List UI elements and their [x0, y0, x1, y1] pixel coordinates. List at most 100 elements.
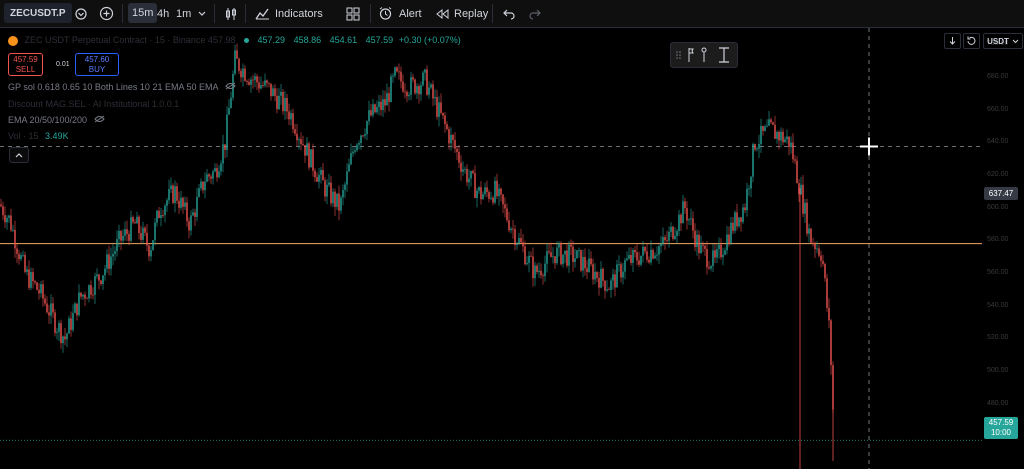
candle-body [626, 258, 628, 261]
candles-chart-type-icon[interactable] [224, 0, 238, 27]
candle-body [546, 251, 548, 264]
candle-body [70, 318, 72, 330]
crosshair-cursor-icon [860, 137, 878, 156]
candle-body [220, 163, 222, 172]
last-price-tag: 457.59 10:00 [984, 417, 1018, 439]
candle-body [538, 270, 540, 272]
candle-body [36, 282, 38, 290]
buy-button[interactable]: 457.60 BUY [75, 53, 119, 76]
candle-body [552, 256, 554, 258]
compare-icon[interactable] [74, 0, 88, 27]
currency-selector[interactable]: USDT [983, 33, 1023, 49]
candle-body [20, 255, 22, 260]
candle-body [578, 249, 580, 251]
candle-body [368, 110, 370, 122]
candle-body [574, 258, 576, 263]
candle-body [630, 254, 632, 263]
candle-body [386, 93, 388, 106]
candle-body [792, 142, 794, 160]
eye-hidden-icon[interactable] [224, 82, 236, 92]
candle-body [640, 255, 642, 265]
candle-body [624, 260, 626, 272]
undo-icon[interactable] [502, 0, 516, 27]
candle-body [662, 237, 664, 244]
alert-button[interactable]: Alert [378, 0, 422, 27]
candle-body [392, 75, 394, 77]
candle-body [126, 229, 128, 234]
eye-hidden-icon[interactable] [93, 115, 105, 125]
volume-label: Vol · 15 [8, 131, 39, 141]
candle-body [306, 143, 308, 156]
candle-body [752, 144, 754, 177]
candle-body [666, 240, 668, 241]
indicators-button[interactable]: Indicators [255, 0, 323, 27]
candle-body [780, 131, 782, 141]
replay-button[interactable]: Replay [435, 0, 488, 27]
candle-body [534, 265, 536, 279]
interval-1m-label: 1m [176, 7, 192, 20]
candle-body [24, 254, 26, 272]
candle-body [694, 230, 696, 248]
candle-body [270, 83, 272, 97]
top-toolbar: ZECUSDT.P 15m 4h 1m Indicators Alert Rep… [0, 0, 1024, 28]
candle-body [54, 312, 56, 333]
layouts-grid-icon[interactable] [346, 0, 360, 27]
collapse-legend-button[interactable] [9, 147, 29, 163]
candle-body [542, 275, 544, 277]
candle-body [256, 76, 258, 83]
candle-body [304, 145, 306, 156]
candle-body [558, 243, 560, 248]
candle-body [830, 320, 832, 366]
price-scale[interactable]: 700.00 680.00 660.00 640.00 620.00 600.00 580.… [982, 28, 1024, 469]
interval-4h-label: 4h [157, 7, 170, 20]
candle-body [292, 113, 294, 130]
candle-body [364, 134, 366, 136]
candle-body [56, 331, 58, 333]
candle-body [224, 144, 226, 150]
candle-body [746, 188, 748, 211]
volume-row[interactable]: Vol · 15 3.49K [8, 131, 69, 141]
indicator-2-label: Discount MAG.SEL · AI Institutional 1.0.… [8, 99, 180, 109]
candle-body [430, 84, 432, 88]
candle-body [138, 216, 140, 234]
add-symbol-icon[interactable] [99, 0, 114, 27]
interval-15m[interactable]: 15m [128, 3, 158, 23]
indicator-row-2[interactable]: Discount MAG.SEL · AI Institutional 1.0.… [8, 99, 179, 109]
replay-label: Replay [454, 7, 489, 20]
candle-body [334, 191, 336, 207]
candle-body [458, 151, 460, 163]
candle-body [298, 139, 300, 141]
indicator-row-3[interactable]: EMA 20/50/100/200 [8, 115, 105, 125]
candle-body [308, 143, 310, 168]
candle-body [294, 129, 296, 134]
redo-icon[interactable] [528, 0, 542, 27]
candle-body [484, 187, 486, 195]
candle-body [684, 201, 686, 209]
candle-body [618, 264, 620, 266]
candle-body [340, 197, 342, 211]
candle-body [200, 181, 202, 189]
symbol-search-button[interactable]: ZECUSDT.P [4, 3, 72, 23]
interval-4h[interactable]: 4h [157, 0, 169, 27]
candle-body [332, 191, 334, 204]
sell-button[interactable]: 457.59 SELL [8, 53, 43, 76]
candle-body [64, 336, 66, 340]
interval-dropdown-chevron-icon[interactable] [198, 0, 206, 27]
candle-body [494, 180, 496, 203]
candle-body [356, 144, 358, 151]
candle-body [316, 177, 318, 182]
candle-body [754, 144, 756, 150]
candle-body [712, 250, 714, 267]
alarm-clock-icon [379, 7, 392, 20]
scroll-down-button[interactable] [944, 33, 961, 49]
candle-body [796, 160, 798, 184]
interval-1m[interactable]: 1m [176, 0, 191, 27]
candle-body [22, 254, 24, 256]
candle-body [702, 244, 704, 246]
candle-body [48, 312, 50, 316]
floating-drawing-toolbar[interactable] [670, 42, 738, 68]
candle-body [78, 292, 80, 316]
price-chart[interactable] [0, 28, 982, 469]
indicator-row-1[interactable]: GP sol 0.618 0.65 10 Both Lines 10 21 EM… [8, 82, 236, 92]
reset-chart-button[interactable] [963, 33, 980, 49]
